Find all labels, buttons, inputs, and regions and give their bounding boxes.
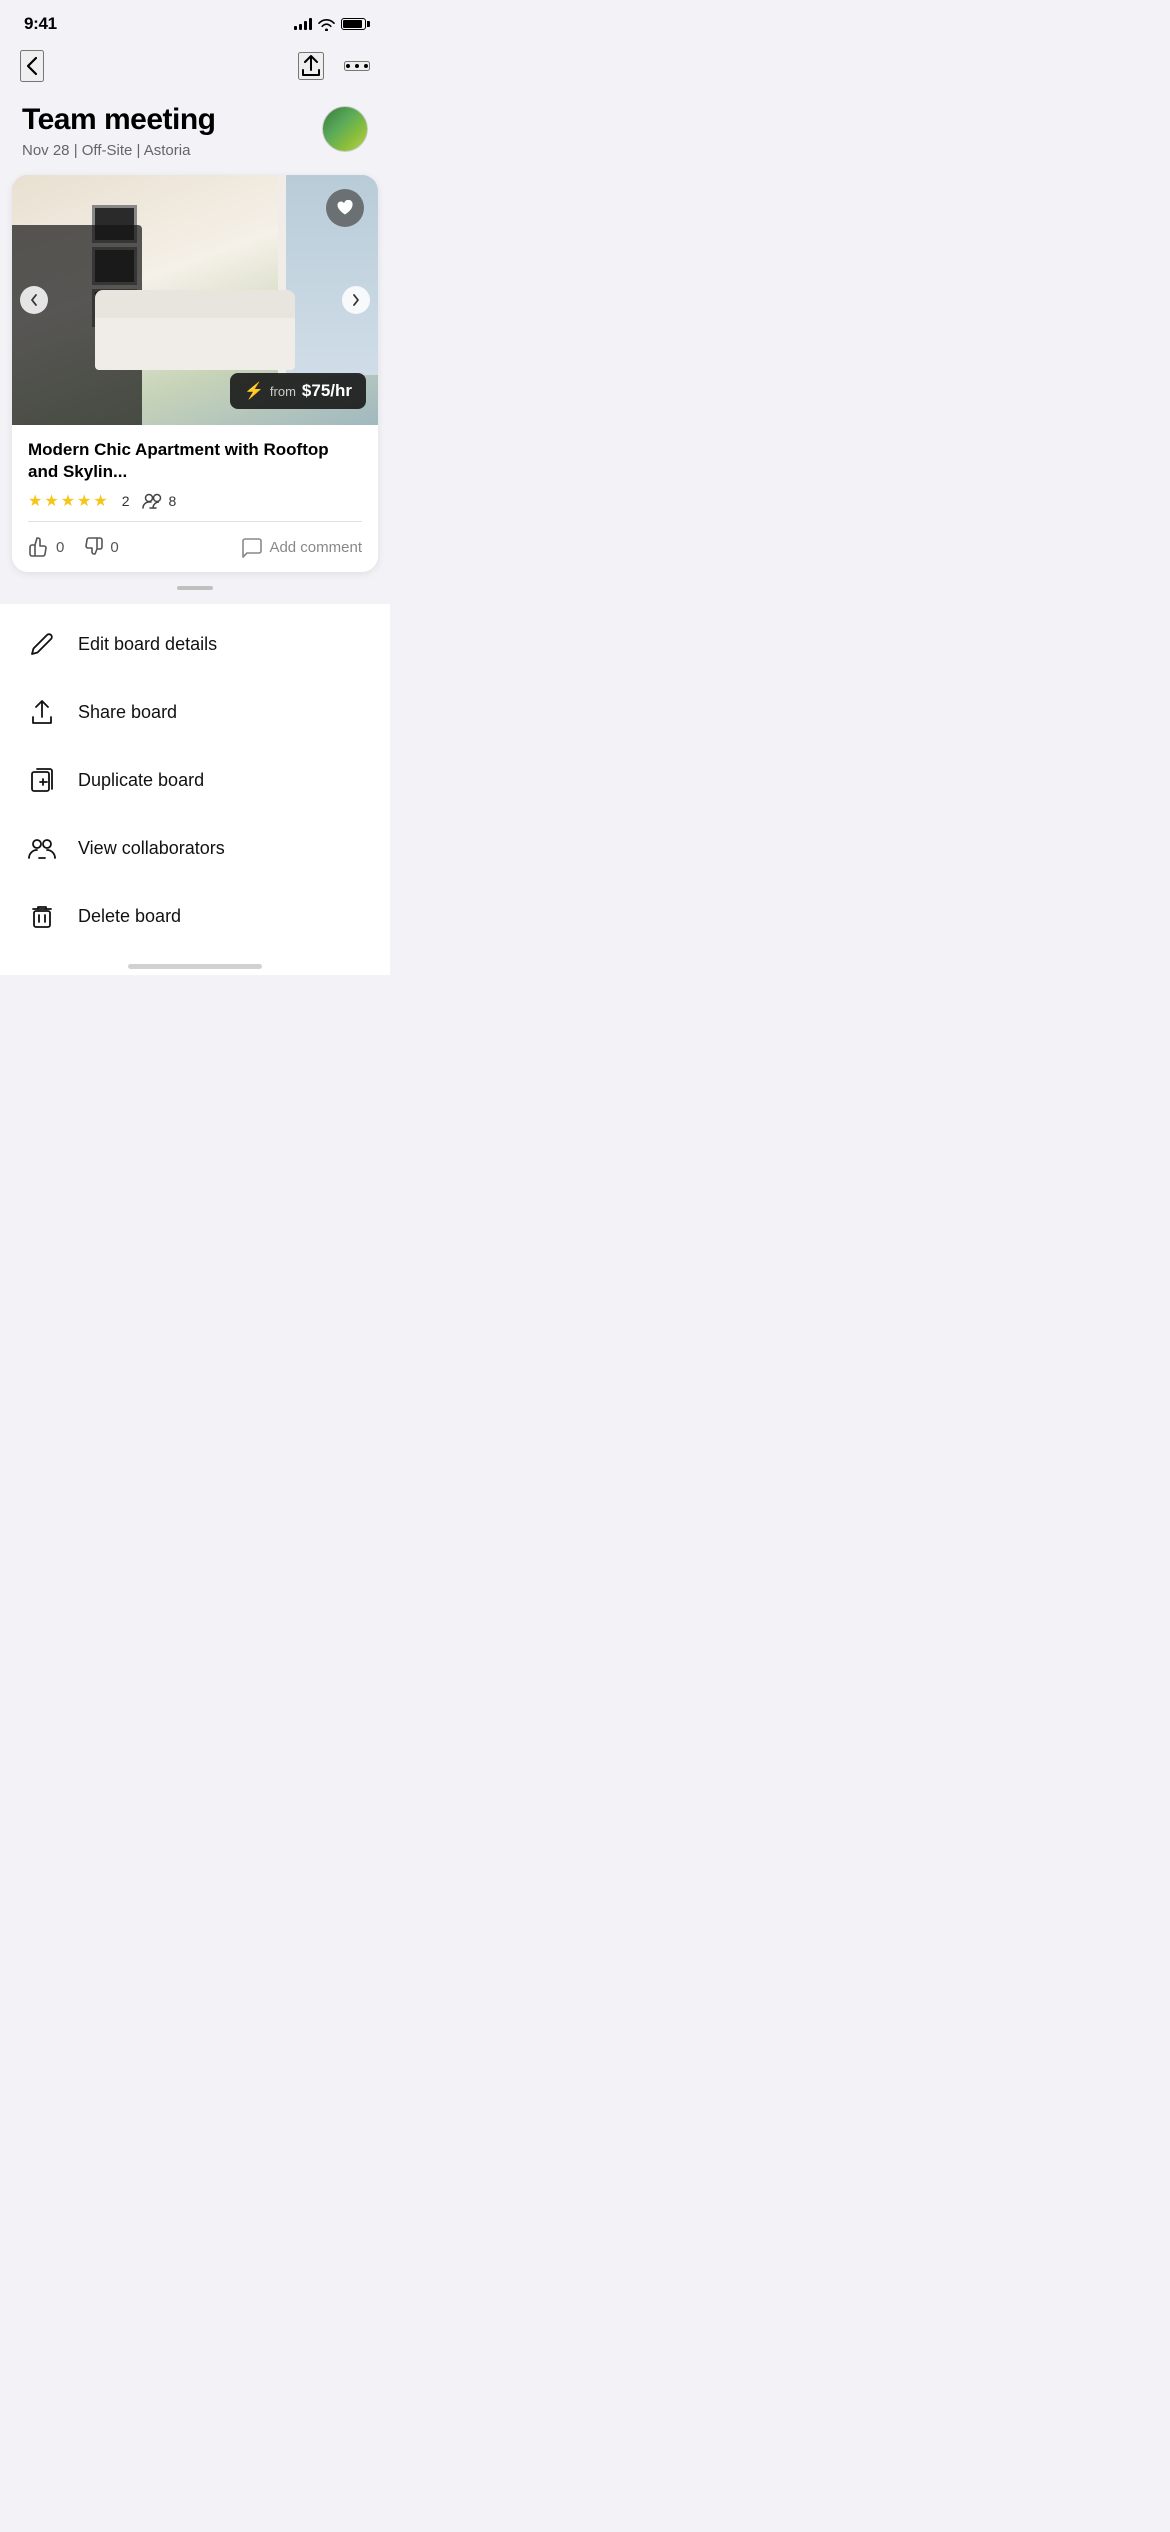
- menu-item-delete[interactable]: Delete board: [0, 882, 390, 950]
- add-comment-label: Add comment: [269, 539, 362, 556]
- vote-row: 0 0 Add comment: [12, 522, 378, 572]
- menu-item-collaborators[interactable]: View collaborators: [0, 814, 390, 882]
- image-next-button[interactable]: [342, 286, 370, 314]
- header-text: Team meeting Nov 28 | Off-Site | Astoria: [22, 102, 216, 159]
- menu-item-duplicate[interactable]: Duplicate board: [0, 746, 390, 814]
- menu-collaborators-label: View collaborators: [78, 838, 225, 859]
- favorite-button[interactable]: [326, 189, 364, 227]
- thumbs-down-icon: [82, 536, 104, 558]
- status-icons: [294, 18, 366, 31]
- lightning-icon: ⚡: [244, 381, 264, 401]
- bottom-sheet-menu: Edit board details Share board Duplicate…: [0, 604, 390, 956]
- status-time: 9:41: [24, 14, 57, 34]
- pencil-icon: [28, 630, 56, 658]
- menu-share-label: Share board: [78, 702, 177, 723]
- venue-title: Modern Chic Apartment with Rooftop and S…: [28, 439, 362, 483]
- star-rating: ★★★★★: [28, 491, 108, 511]
- collaborators-icon: [28, 834, 56, 862]
- home-bar: [128, 964, 262, 969]
- add-comment-button[interactable]: Add comment: [240, 536, 362, 558]
- avatar[interactable]: [322, 106, 368, 152]
- image-prev-button[interactable]: [20, 286, 48, 314]
- price-prefix: from: [270, 384, 296, 399]
- capacity-value: 8: [169, 493, 177, 509]
- signal-icon: [294, 18, 312, 30]
- capacity-icon: [142, 493, 164, 509]
- battery-icon: [341, 18, 366, 30]
- nav-more-button[interactable]: [344, 61, 370, 71]
- thumbs-up-icon: [28, 536, 50, 558]
- page-header: Team meeting Nov 28 | Off-Site | Astoria: [0, 94, 390, 175]
- scroll-indicator: [0, 580, 390, 592]
- nav-actions: [298, 52, 370, 80]
- menu-item-share[interactable]: Share board: [0, 678, 390, 746]
- venue-info: Modern Chic Apartment with Rooftop and S…: [12, 425, 378, 521]
- venue-image: ⚡ from $75/hr: [12, 175, 378, 425]
- duplicate-icon: [28, 766, 56, 794]
- price-badge: ⚡ from $75/hr: [230, 373, 366, 409]
- venue-card: ⚡ from $75/hr Modern Chic Apartment with…: [12, 175, 378, 572]
- status-bar: 9:41: [0, 0, 390, 42]
- scroll-pill: [177, 586, 213, 590]
- decorative-sofa: [95, 310, 295, 370]
- back-button[interactable]: [20, 50, 44, 82]
- thumbs-down-button[interactable]: 0: [82, 536, 118, 558]
- thumbs-up-button[interactable]: 0: [28, 536, 64, 558]
- share-up-icon: [28, 698, 56, 726]
- menu-delete-label: Delete board: [78, 906, 181, 927]
- menu-item-edit[interactable]: Edit board details: [0, 610, 390, 678]
- nav-share-button[interactable]: [298, 52, 324, 80]
- vote-actions: 0 0: [28, 536, 119, 558]
- page-title: Team meeting: [22, 102, 216, 138]
- thumbs-down-count: 0: [110, 539, 118, 556]
- wifi-icon: [318, 18, 335, 31]
- capacity: 8: [142, 493, 177, 509]
- venue-meta: ★★★★★ 2 8: [28, 491, 362, 511]
- price-value: $75/hr: [302, 381, 352, 401]
- home-indicator: [0, 956, 390, 975]
- menu-duplicate-label: Duplicate board: [78, 770, 204, 791]
- menu-edit-label: Edit board details: [78, 634, 217, 655]
- thumbs-up-count: 0: [56, 539, 64, 556]
- trash-icon: [28, 902, 56, 930]
- review-count: 2: [122, 493, 130, 509]
- page-subtitle: Nov 28 | Off-Site | Astoria: [22, 142, 216, 159]
- comment-icon: [240, 536, 262, 558]
- nav-bar: [0, 42, 390, 94]
